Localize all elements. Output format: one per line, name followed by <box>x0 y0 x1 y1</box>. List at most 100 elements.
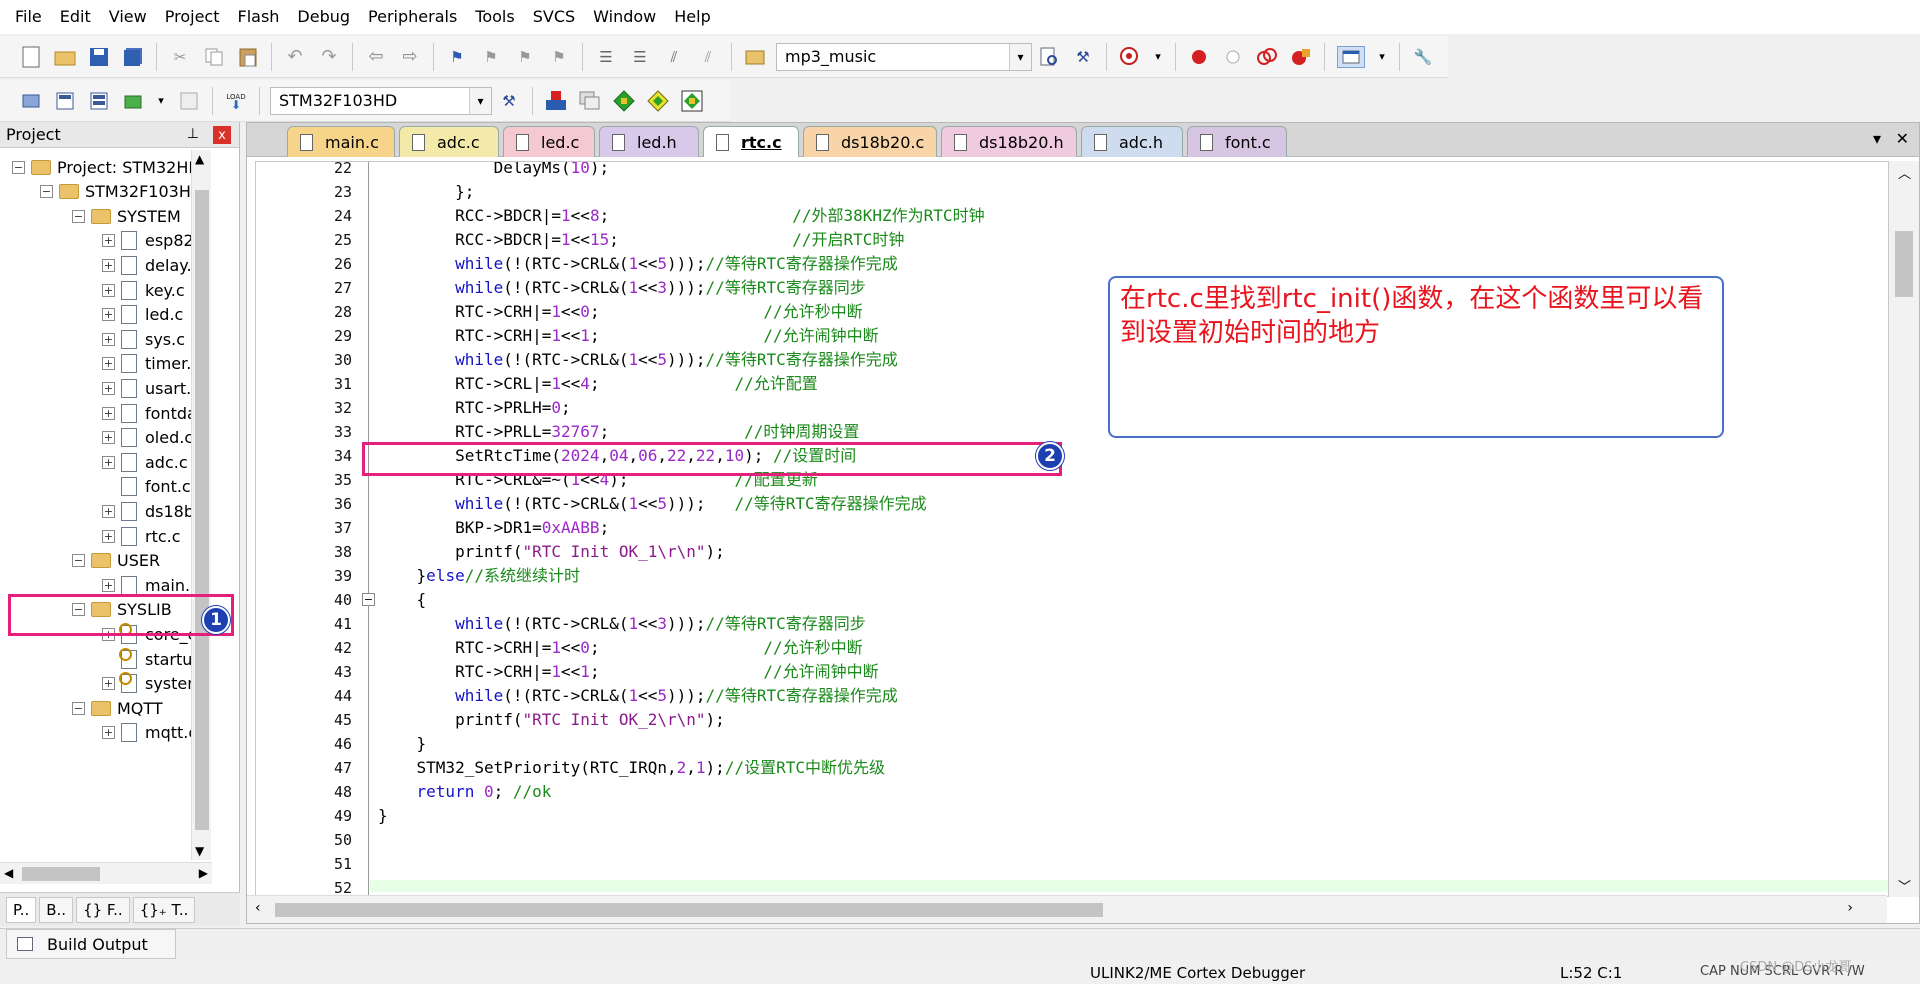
prev-bookmark-icon[interactable]: ⚑ <box>480 46 502 68</box>
project-tab-1[interactable]: B.. <box>39 896 74 923</box>
target-combo[interactable]: mp3_music ▾ <box>776 42 1032 71</box>
uncomment-icon[interactable]: ⫽ <box>697 46 719 68</box>
scroll-down-icon[interactable]: ﹀ <box>1898 876 1911 895</box>
scroll-up-icon[interactable]: ︿ <box>1898 163 1911 182</box>
save-icon[interactable] <box>88 46 110 68</box>
download-icon[interactable]: LOAD ⬇ <box>225 90 247 112</box>
close-tab-icon[interactable]: ✕ <box>1896 129 1909 148</box>
tree-item[interactable]: − USER <box>72 548 160 574</box>
code-line[interactable]: 23 }; <box>256 180 1888 204</box>
menu-help[interactable]: Help <box>665 0 719 34</box>
code-line[interactable]: 41 while(!(RTC->CRL&(1<<3)));//等待RTC寄存器同… <box>256 612 1888 636</box>
editor-tab[interactable]: ds18b20.h <box>941 126 1077 157</box>
expand-icon[interactable]: + <box>102 381 115 395</box>
file-extensions-icon[interactable] <box>579 90 601 112</box>
target-options-icon[interactable]: ⚒ <box>498 90 520 112</box>
code-line[interactable]: 46 } <box>256 732 1888 756</box>
cut-icon[interactable]: ✂ <box>169 46 191 68</box>
code-line[interactable]: 45 printf("RTC Init OK_2\r\n"); <box>256 708 1888 732</box>
code-line[interactable]: 39 }else//系统继续计时 <box>256 564 1888 588</box>
scroll-right-icon[interactable]: ▶ <box>199 866 208 880</box>
menu-svcs[interactable]: SVCS <box>524 0 584 34</box>
tree-item[interactable]: + ds18b2 <box>102 498 204 524</box>
fold-toggle-icon[interactable]: − <box>362 593 375 606</box>
open-file-icon[interactable] <box>54 46 76 68</box>
tree-item[interactable]: + oled.c <box>102 425 193 451</box>
menu-peripherals[interactable]: Peripherals <box>359 0 466 34</box>
build-output-tab[interactable]: Build Output <box>6 929 176 959</box>
tree-item[interactable]: + usart.c <box>102 375 200 401</box>
tree-item[interactable]: − STM32F103HD <box>40 179 203 205</box>
breakpoint-disabled-icon[interactable] <box>1222 46 1244 68</box>
code-line[interactable]: 51 <box>256 852 1888 876</box>
project-tab-0[interactable]: P.. <box>6 896 37 923</box>
new-file-icon[interactable] <box>20 46 42 68</box>
window-layout-icon[interactable] <box>1337 45 1365 68</box>
run-time-environment-icon[interactable] <box>681 90 703 112</box>
tree-item[interactable]: − MQTT <box>72 695 163 721</box>
expand-icon[interactable]: + <box>102 406 115 420</box>
editor-tab[interactable]: led.c <box>503 126 595 157</box>
tree-item[interactable]: + esp826 <box>102 228 204 254</box>
configure-icon[interactable]: 🔧 <box>1412 46 1434 68</box>
tree-vertical-scrollbar[interactable]: ▲ ▼ <box>191 150 211 860</box>
expand-icon[interactable]: + <box>102 677 115 691</box>
tree-item[interactable]: − Project: STM32HD <box>12 154 201 180</box>
chevron-down-icon[interactable]: ▾ <box>1009 43 1031 70</box>
menu-file[interactable]: File <box>6 0 51 34</box>
tree-item[interactable]: font.c <box>102 474 191 500</box>
expand-icon[interactable]: + <box>102 529 115 543</box>
expand-icon[interactable]: + <box>102 455 115 469</box>
code-line[interactable]: 25 RCC->BDCR|=1<<15; //开启RTC时钟 <box>256 228 1888 252</box>
editor-tab[interactable]: rtc.c <box>703 126 799 157</box>
expand-icon[interactable]: + <box>102 578 115 592</box>
bookmark-icon[interactable]: ⚑ <box>446 46 468 68</box>
code-line[interactable]: 24 RCC->BDCR|=1<<8; //外部38KHZ作为RTC时钟 <box>256 204 1888 228</box>
expand-icon[interactable]: + <box>102 234 115 248</box>
tree-item[interactable]: + system <box>102 671 203 697</box>
editor-tab[interactable]: font.c <box>1187 126 1287 157</box>
tree-item[interactable]: + adc.c <box>102 449 188 475</box>
editor-tab[interactable]: adc.h <box>1081 126 1183 157</box>
translate-icon[interactable] <box>20 90 42 112</box>
collapse-icon[interactable]: − <box>72 554 85 568</box>
tab-list-icon[interactable]: ▾ <box>1873 129 1881 148</box>
tree-item[interactable]: + mqtt.c <box>102 720 197 746</box>
project-tab-3[interactable]: {}₊ T.. <box>132 896 196 923</box>
menu-edit[interactable]: Edit <box>51 0 100 34</box>
code-area[interactable]: 22 DelayMs(10); 23 }; 24 RCC->BDCR|=1<<8; … <box>255 161 1889 897</box>
device-combo[interactable]: STM32F103HD ▾ <box>270 86 492 115</box>
scrollbar-thumb[interactable] <box>195 190 209 830</box>
breakpoint-icon[interactable] <box>1188 46 1210 68</box>
find-in-files-icon[interactable] <box>744 46 766 68</box>
expand-icon[interactable]: + <box>102 726 115 740</box>
code-line[interactable]: 26 while(!(RTC->CRL&(1<<5)));//等待RTC寄存器操… <box>256 252 1888 276</box>
code-line[interactable]: 49} <box>256 804 1888 828</box>
select-packs-icon[interactable] <box>647 89 669 112</box>
copy-icon[interactable] <box>203 46 225 68</box>
rebuild-icon[interactable] <box>88 90 110 112</box>
pack-installer-icon[interactable] <box>613 89 635 112</box>
editor-tab[interactable]: ds18b20.c <box>803 126 937 157</box>
menu-window[interactable]: Window <box>584 0 665 34</box>
scrollbar-thumb[interactable] <box>1895 231 1913 297</box>
editor-tab[interactable]: led.h <box>599 126 699 157</box>
code-line[interactable]: 40− { <box>256 588 1888 612</box>
scroll-right-icon[interactable]: › <box>1847 900 1853 916</box>
collapse-icon[interactable]: − <box>40 185 53 199</box>
tree-item[interactable]: − SYSTEM <box>72 203 181 229</box>
kill-breakpoints-icon[interactable] <box>1290 46 1312 68</box>
scroll-up-icon[interactable]: ▲ <box>195 152 204 166</box>
expand-icon[interactable]: + <box>102 258 115 272</box>
stop-build-icon[interactable] <box>178 90 200 112</box>
tree-item[interactable]: + timer.c <box>102 351 200 377</box>
indent-icon[interactable]: ☰ <box>595 46 617 68</box>
tree-item[interactable]: + key.c <box>102 277 185 303</box>
menu-tools[interactable]: Tools <box>466 0 523 34</box>
clear-bookmarks-icon[interactable]: ⚑ <box>548 46 570 68</box>
next-bookmark-icon[interactable]: ⚑ <box>514 46 536 68</box>
code-line[interactable]: 50 <box>256 828 1888 852</box>
build-icon[interactable] <box>54 90 76 112</box>
close-icon[interactable]: x <box>213 126 231 144</box>
menu-view[interactable]: View <box>100 0 156 34</box>
